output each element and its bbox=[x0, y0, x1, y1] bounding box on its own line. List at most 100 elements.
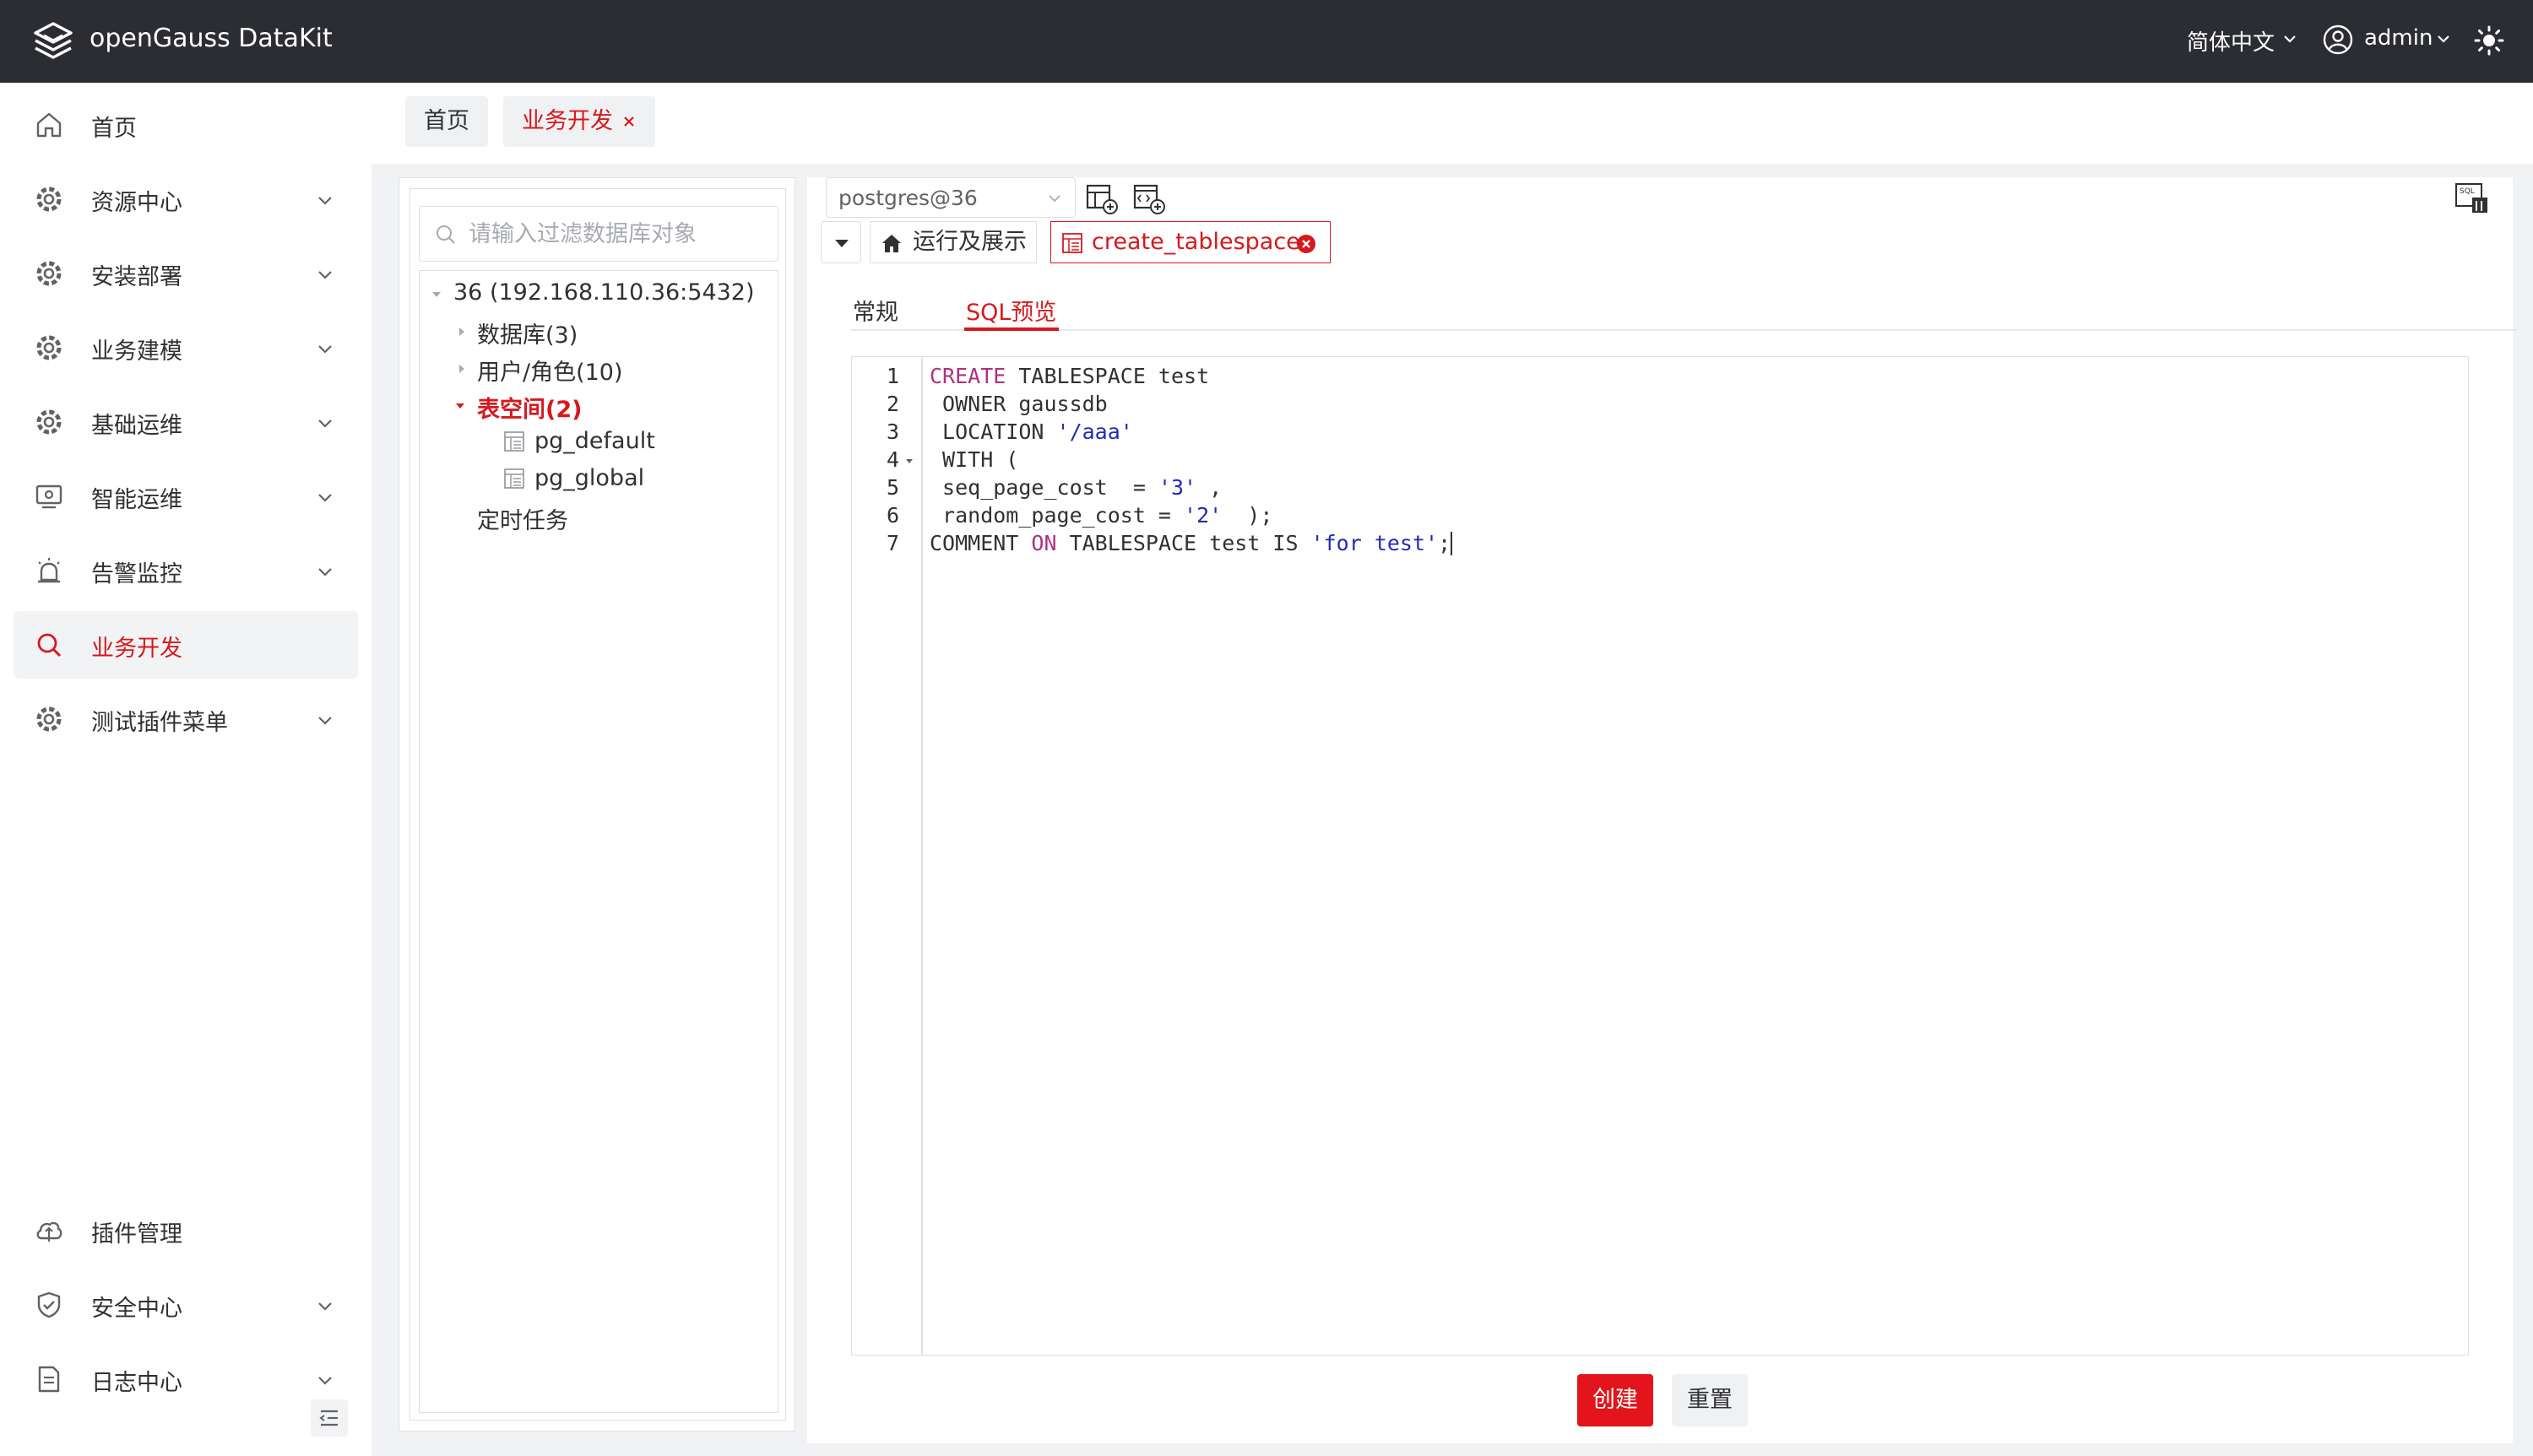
sidebar-item-security-center[interactable]: 安全中心 bbox=[14, 1271, 358, 1339]
line-number: 4 bbox=[886, 447, 899, 472]
sun-theme-icon[interactable] bbox=[2474, 25, 2504, 56]
tree-node-pg-default[interactable]: pg_default bbox=[534, 428, 655, 454]
new-code-icon[interactable] bbox=[1131, 181, 1167, 216]
tab-business-dev[interactable]: 业务开发 bbox=[503, 96, 655, 147]
new-query-icon[interactable] bbox=[1084, 181, 1120, 216]
sql-keyword: ON bbox=[1031, 531, 1057, 555]
line-number-gutter: 1 2 3 4 5 6 7 bbox=[852, 357, 923, 1355]
filter-input[interactable] bbox=[469, 217, 764, 251]
tree-node-tablespaces[interactable]: 表空间(2) bbox=[477, 391, 582, 424]
sql-string: 'for test' bbox=[1310, 531, 1439, 555]
sidebar-item-label: 首页 bbox=[91, 116, 137, 142]
chevron-down-icon bbox=[318, 197, 332, 205]
chevron-down-icon bbox=[318, 419, 332, 428]
sidebar-item-plugin-management[interactable]: 插件管理 bbox=[14, 1197, 358, 1264]
sql-keyword: CREATE bbox=[930, 364, 1006, 388]
sidebar-item-label: 安装部署 bbox=[91, 264, 182, 290]
sidebar-item-resource-center[interactable]: 资源中心 bbox=[14, 165, 358, 233]
tab-home[interactable]: 首页 bbox=[405, 96, 488, 147]
sql-string: '3' bbox=[1158, 475, 1197, 500]
chevron-down-icon[interactable] bbox=[2435, 30, 2452, 47]
alarm-icon bbox=[38, 558, 60, 583]
close-circle-icon[interactable] bbox=[1296, 234, 1316, 254]
chevron-down-icon bbox=[318, 271, 332, 279]
tree-node-users-roles[interactable]: 用户/角色(10) bbox=[477, 354, 623, 387]
sql-code-editor[interactable]: 1 2 3 4 5 6 7 CREATE TABLESPACE test OWN… bbox=[851, 356, 2469, 1356]
reset-button[interactable]: 重置 bbox=[1672, 1374, 1748, 1426]
sidebar-item-smart-ops[interactable]: 智能运维 bbox=[14, 463, 358, 530]
sql-icon[interactable]: SQL bbox=[2454, 181, 2491, 216]
tab-label: create_tablespace bbox=[1092, 229, 1300, 255]
active-subtab-indicator bbox=[964, 327, 1059, 331]
sql-string: '2' bbox=[1184, 503, 1223, 528]
sidebar-item-basic-ops[interactable]: 基础运维 bbox=[14, 388, 358, 456]
sidebar-item-label: 日志中心 bbox=[91, 1370, 182, 1396]
sidebar-item-label: 基础运维 bbox=[91, 413, 182, 439]
subtab-divider bbox=[851, 329, 2518, 331]
sidebar-item-label: 业务开发 bbox=[91, 636, 182, 662]
sql-string: '/aaa' bbox=[1056, 419, 1133, 444]
connection-value: postgres@36 bbox=[838, 186, 978, 210]
chevron-down-icon bbox=[318, 1302, 332, 1311]
tab-label: 首页 bbox=[424, 108, 469, 134]
tab-create-tablespace[interactable]: create_tablespace bbox=[1050, 221, 1331, 263]
home-icon bbox=[36, 112, 62, 138]
top-header: openGauss DataKit 简体中文 admin bbox=[0, 0, 2533, 83]
gear-icon bbox=[36, 335, 62, 360]
subtab-general[interactable]: 常规 bbox=[853, 294, 898, 327]
sidebar-item-install-deploy[interactable]: 安装部署 bbox=[14, 240, 358, 307]
chevron-down-icon bbox=[1049, 195, 1060, 203]
sidebar-item-home[interactable]: 首页 bbox=[14, 91, 358, 159]
tree-node-pg-global[interactable]: pg_global bbox=[534, 465, 644, 491]
document-icon bbox=[38, 1366, 60, 1393]
sidebar-item-test-plugin-menu[interactable]: 测试插件菜单 bbox=[14, 685, 358, 753]
svg-text:SQL: SQL bbox=[2460, 187, 2475, 196]
tree-node-databases[interactable]: 数据库(3) bbox=[477, 317, 578, 349]
sidebar-item-alarm-monitor[interactable]: 告警监控 bbox=[14, 537, 358, 604]
close-icon[interactable] bbox=[621, 114, 637, 129]
chevron-down-icon bbox=[318, 494, 332, 502]
code-line-3: LOCATION '/aaa' bbox=[930, 419, 1133, 444]
home-icon bbox=[882, 235, 901, 252]
create-button[interactable]: 创建 bbox=[1577, 1374, 1653, 1426]
tab-run-and-display[interactable]: 运行及展示 bbox=[870, 221, 1037, 263]
cloud-icon bbox=[36, 1221, 62, 1242]
caret-right-icon[interactable] bbox=[455, 362, 469, 376]
connection-select[interactable]: postgres@36 bbox=[826, 177, 1076, 218]
collapse-sidebar-button[interactable] bbox=[311, 1399, 348, 1437]
text-cursor bbox=[1451, 532, 1453, 555]
sidebar-item-label: 业务建模 bbox=[91, 338, 182, 365]
gear-icon bbox=[36, 261, 62, 286]
tablespace-icon bbox=[504, 468, 524, 489]
tree-node-server[interactable]: 36 (192.168.110.36:5432) bbox=[453, 279, 755, 306]
caret-right-icon[interactable] bbox=[455, 325, 469, 338]
sidebar-item-business-modeling[interactable]: 业务建模 bbox=[14, 314, 358, 382]
tab-label: 业务开发 bbox=[522, 108, 613, 134]
code-line-4: WITH ( bbox=[930, 447, 1019, 472]
line-number: 1 bbox=[886, 364, 899, 388]
tree-node-scheduled-tasks[interactable]: 定时任务 bbox=[477, 502, 568, 535]
sidebar-item-business-dev[interactable]: 业务开发 bbox=[14, 611, 358, 679]
sidebar-item-log-center[interactable]: 日志中心 bbox=[14, 1345, 358, 1413]
collapse-menu-icon bbox=[319, 1410, 338, 1426]
tab-list-dropdown[interactable] bbox=[821, 221, 861, 263]
chevron-down-icon[interactable] bbox=[2281, 30, 2298, 47]
fold-caret-icon[interactable] bbox=[904, 456, 914, 466]
line-number: 5 bbox=[886, 475, 899, 500]
user-name[interactable]: admin bbox=[2364, 25, 2433, 51]
code-line-5: seq_page_cost = '3' , bbox=[930, 475, 1223, 500]
sidebar-item-label: 资源中心 bbox=[91, 190, 182, 216]
filter-search-box[interactable] bbox=[419, 206, 778, 262]
user-avatar-icon[interactable] bbox=[2322, 24, 2354, 56]
caret-down-icon[interactable] bbox=[453, 399, 467, 413]
object-tree-panel: 36 (192.168.110.36:5432) 数据库(3) 用户/角色(10… bbox=[399, 177, 795, 1432]
language-selector[interactable]: 简体中文 bbox=[2187, 25, 2275, 57]
subtab-sql-preview[interactable]: SQL预览 bbox=[966, 294, 1056, 327]
code-line-2: OWNER gaussdb bbox=[930, 392, 1108, 416]
table-icon bbox=[1062, 233, 1082, 253]
caret-down-icon[interactable] bbox=[430, 288, 443, 301]
sidebar: 首页 资源中心 安装部署 业务建模 基础运维 智能运维 告警监控 业务开发 测试… bbox=[0, 83, 372, 1456]
code-line-6: random_page_cost = '2' ); bbox=[930, 503, 1273, 528]
sidebar-item-label: 告警监控 bbox=[91, 561, 182, 587]
tablespace-icon bbox=[504, 431, 524, 452]
